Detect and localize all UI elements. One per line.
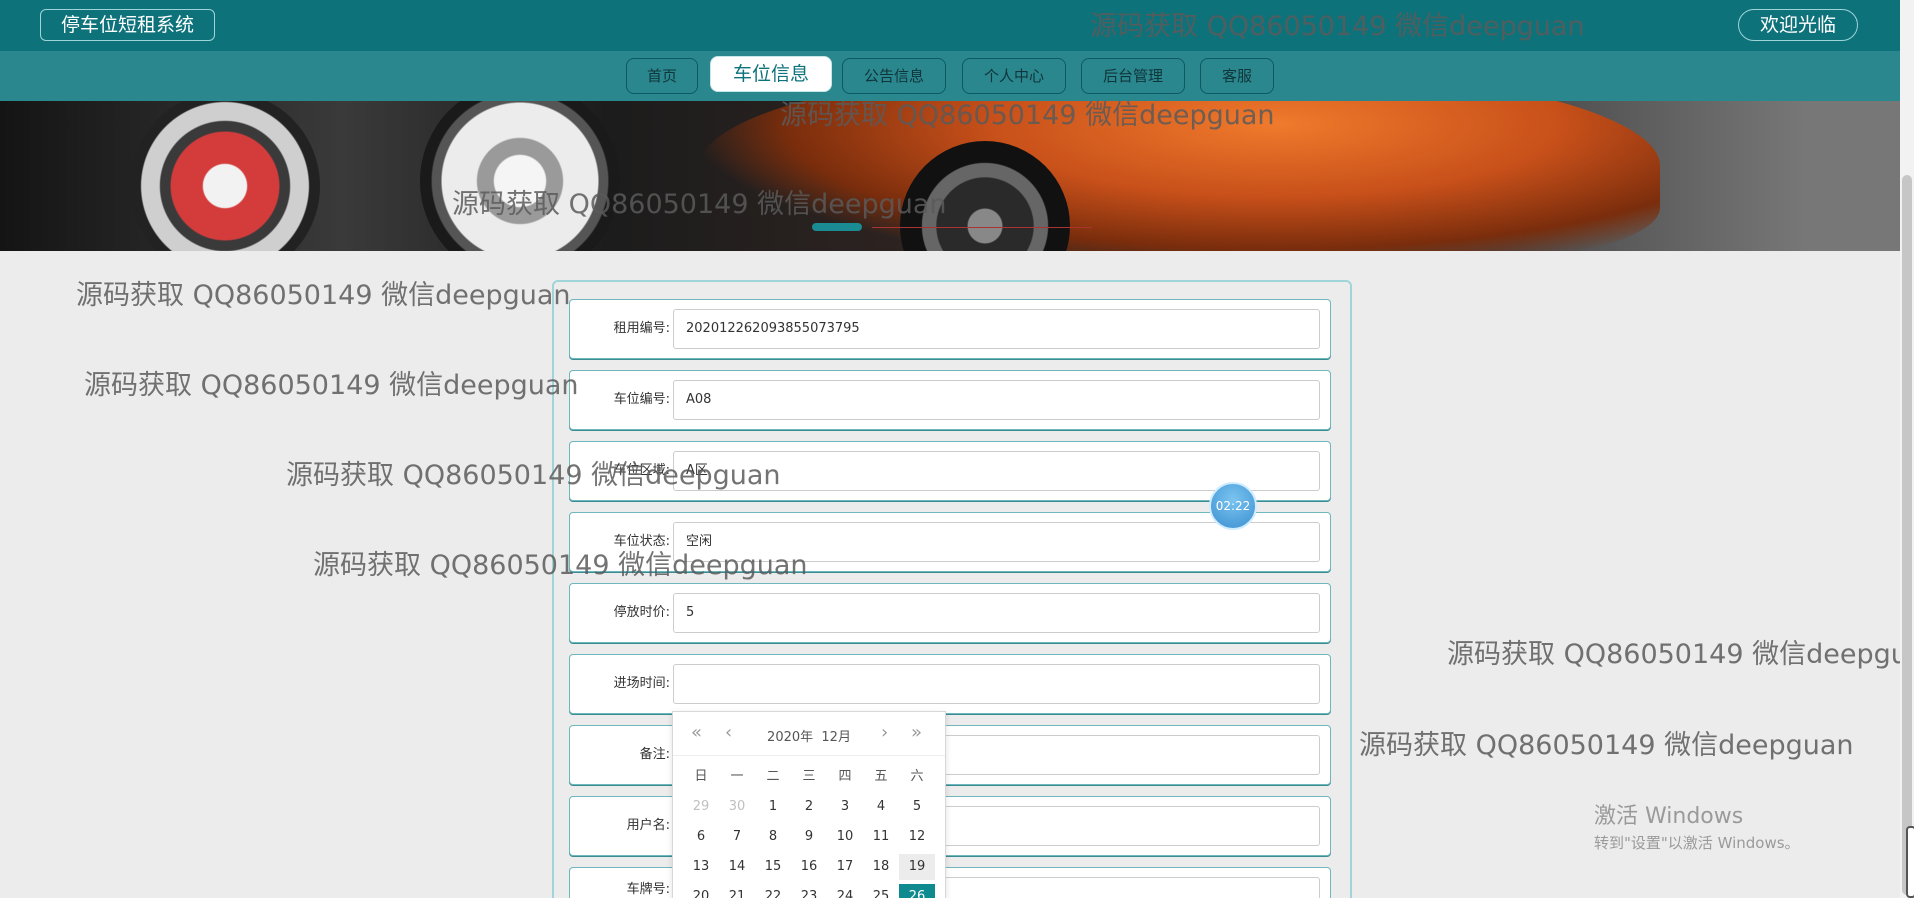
welcome-button[interactable]: 欢迎光临 [1738, 9, 1858, 41]
speaker-image [130, 101, 320, 251]
windows-activation-notice: 激活 Windows 转到"设置"以激活 Windows。 [1594, 798, 1800, 853]
scroll-corner-icon [1906, 826, 1914, 898]
calendar-day[interactable]: 3 [827, 794, 863, 820]
form-label: 进场时间: [613, 676, 670, 691]
calendar-day[interactable]: 30 [719, 794, 755, 820]
calendar-day[interactable]: 7 [719, 824, 755, 850]
calendar-day[interactable]: 11 [863, 824, 899, 850]
calendar-day[interactable]: 5 [899, 794, 935, 820]
form-row-entry-time: 进场时间: [569, 654, 1331, 714]
calendar-day[interactable]: 6 [683, 824, 719, 850]
date-picker: « ‹ 2020年 12月 › » 日一二三四五六 29 30 1 2 3 4 5 6 7 8 9 10… [672, 711, 946, 898]
watermark-text: 源码获取 QQ86050149 微信deepguan [1447, 639, 1914, 670]
entry-time-input[interactable] [673, 664, 1320, 704]
calendar-day[interactable]: 29 [683, 794, 719, 820]
calendar-day[interactable]: 15 [755, 854, 791, 880]
form-label: 租用编号: [613, 321, 670, 336]
calendar-day[interactable]: 25 [863, 884, 899, 898]
watermark-text: 源码获取 QQ86050149 微信deepguan [452, 189, 947, 220]
calendar-day[interactable]: 14 [719, 854, 755, 880]
calendar-day[interactable]: 16 [791, 854, 827, 880]
watermark-text: 源码获取 QQ86050149 微信deepguan [286, 460, 781, 491]
form-row-space-id: 车位编号: A08 [569, 370, 1331, 430]
timer-badge[interactable]: 02:22 [1209, 482, 1257, 530]
nav-admin[interactable]: 后台管理 [1081, 58, 1185, 94]
weekday-header: 六 [910, 769, 924, 784]
date-picker-header: « ‹ 2020年 12月 › » [673, 712, 945, 756]
calendar-day[interactable]: 21 [719, 884, 755, 898]
form-label: 车牌号: [626, 882, 670, 897]
calendar-day[interactable]: 20 [683, 884, 719, 898]
calendar-day[interactable]: 22 [755, 884, 791, 898]
top-bar [0, 0, 1900, 51]
picker-year[interactable]: 2020年 [767, 730, 813, 745]
calendar-day[interactable]: 26 [899, 884, 935, 898]
form-row-rental-id: 租用编号: 202012262093855073795 [569, 299, 1331, 359]
date-picker-title: 2020年 12月 [673, 726, 945, 745]
watermark-text: 源码获取 QQ86050149 微信deepguan [780, 100, 1275, 131]
watermark-text: 源码获取 QQ86050149 微信deepguan [76, 280, 571, 311]
calendar-day[interactable]: 9 [791, 824, 827, 850]
calendar-day[interactable]: 8 [755, 824, 791, 850]
speaker-image [420, 101, 620, 251]
calendar-day[interactable]: 24 [827, 884, 863, 898]
weekday-header: 日 [694, 769, 708, 784]
picker-month[interactable]: 12月 [821, 730, 851, 745]
calendar-day[interactable]: 1 [755, 794, 791, 820]
next-month-icon[interactable]: › [881, 722, 888, 743]
calendar-day[interactable]: 19 [899, 854, 935, 880]
form-label: 车位编号: [613, 392, 670, 407]
weekday-header: 五 [874, 769, 888, 784]
form-label: 停放时价: [613, 605, 670, 620]
nav-customer-service[interactable]: 客服 [1200, 58, 1274, 94]
nav-announcements[interactable]: 公告信息 [842, 58, 946, 94]
nav-parking-info[interactable]: 车位信息 [710, 56, 832, 92]
hourly-price-input[interactable]: 5 [673, 593, 1320, 633]
carousel-dot-active[interactable] [812, 223, 862, 231]
calendar-day[interactable]: 23 [791, 884, 827, 898]
form-label: 用户名: [626, 818, 670, 833]
weekday-header: 二 [766, 769, 780, 784]
form-row-hourly-price: 停放时价: 5 [569, 583, 1331, 643]
space-id-input[interactable]: A08 [673, 380, 1320, 420]
carousel-indicator[interactable] [812, 222, 1092, 231]
watermark-text: 源码获取 QQ86050149 微信deepguan [313, 550, 808, 581]
calendar-day[interactable]: 10 [827, 824, 863, 850]
rental-id-input[interactable]: 202012262093855073795 [673, 309, 1320, 349]
next-year-icon[interactable]: » [911, 722, 922, 743]
nav-home[interactable]: 首页 [626, 58, 698, 94]
calendar-day[interactable]: 18 [863, 854, 899, 880]
watermark-text: 源码获取 QQ86050149 微信deepguan [84, 370, 579, 401]
scrollbar-thumb[interactable] [1902, 175, 1912, 895]
watermark-text: 源码获取 QQ86050149 微信deepguan [1090, 11, 1585, 42]
site-brand[interactable]: 停车位短租系统 [40, 9, 216, 41]
weekday-header: 四 [838, 769, 852, 784]
calendar-day[interactable]: 2 [791, 794, 827, 820]
nav-personal-center[interactable]: 个人中心 [962, 58, 1066, 94]
activation-subtitle: 转到"设置"以激活 Windows。 [1594, 834, 1800, 852]
carousel-track [872, 227, 1092, 228]
form-label: 备注: [639, 747, 670, 762]
calendar-day[interactable]: 12 [899, 824, 935, 850]
calendar-day[interactable]: 4 [863, 794, 899, 820]
weekday-header: 三 [802, 769, 816, 784]
watermark-text: 源码获取 QQ86050149 微信deepguan [1359, 730, 1854, 761]
calendar-day[interactable]: 17 [827, 854, 863, 880]
weekday-header: 一 [730, 769, 744, 784]
activation-title: 激活 Windows [1594, 804, 1744, 829]
calendar-day[interactable]: 13 [683, 854, 719, 880]
